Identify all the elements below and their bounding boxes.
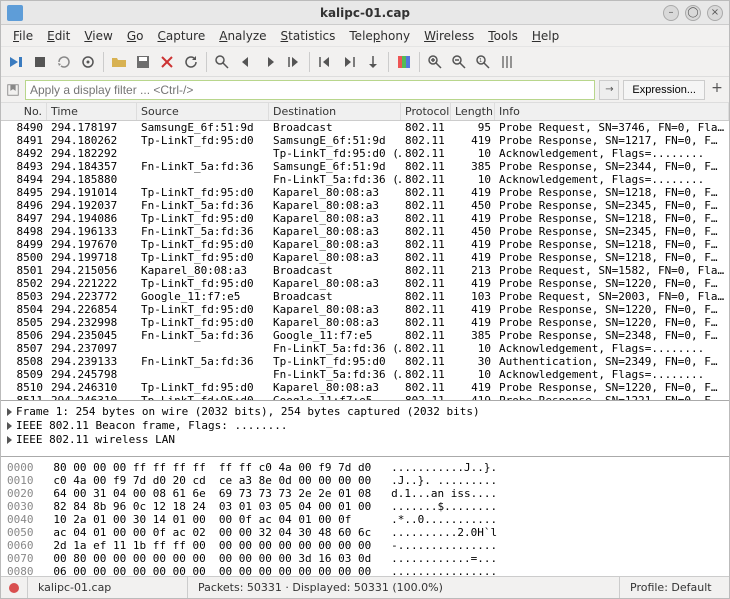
packet-row[interactable]: 8497294.194086Tp-LinkT_fd:95:d0Kaparel_8…	[1, 212, 729, 225]
start-capture-icon[interactable]	[5, 51, 27, 73]
hex-row[interactable]: 0060 2d 1a ef 11 1b ff ff 00 00 00 00 00…	[7, 539, 723, 552]
packet-row[interactable]: 8502294.221222Tp-LinkT_fd:95:d0Kaparel_8…	[1, 277, 729, 290]
detail-tree-item[interactable]: IEEE 802.11 Beacon frame, Flags: .......…	[7, 419, 723, 433]
resize-columns-icon[interactable]	[496, 51, 518, 73]
menu-capture[interactable]: Capture	[151, 27, 211, 45]
packet-row[interactable]: 8494294.185880Fn-LinkT_5a:fd:36 (…802.11…	[1, 173, 729, 186]
auto-scroll-icon[interactable]	[362, 51, 384, 73]
expand-icon[interactable]	[7, 408, 12, 416]
col-header-no[interactable]: No.	[1, 103, 47, 120]
minimize-button[interactable]: –	[663, 5, 679, 21]
packet-list-body[interactable]: 8490294.178197SamsungE_6f:51:9dBroadcast…	[1, 121, 729, 400]
col-header-source[interactable]: Source	[137, 103, 269, 120]
menu-go[interactable]: Go	[121, 27, 150, 45]
go-back-icon[interactable]	[235, 51, 257, 73]
zoom-reset-icon[interactable]: 1	[472, 51, 494, 73]
packet-row[interactable]: 8503294.223772Google_11:f7:e5Broadcast80…	[1, 290, 729, 303]
expand-icon[interactable]	[7, 436, 12, 444]
detail-tree-item[interactable]: IEEE 802.11 wireless LAN	[7, 433, 723, 447]
packet-row[interactable]: 8510294.246310Tp-LinkT_fd:95:d0Kaparel_8…	[1, 381, 729, 394]
packet-row[interactable]: 8508294.239133Fn-LinkT_5a:fd:36Tp-LinkT_…	[1, 355, 729, 368]
expression-button[interactable]: Expression...	[623, 80, 705, 100]
packet-row[interactable]: 8495294.191014Tp-LinkT_fd:95:d0Kaparel_8…	[1, 186, 729, 199]
menubar: FileEditViewGoCaptureAnalyzeStatisticsTe…	[1, 25, 729, 47]
status-profile[interactable]: Profile: Default	[619, 577, 729, 598]
col-header-info[interactable]: Info	[495, 103, 729, 120]
go-first-icon[interactable]	[314, 51, 336, 73]
add-filter-button[interactable]: +	[709, 80, 725, 100]
packet-row[interactable]: 8493294.184357Fn-LinkT_5a:fd:36SamsungE_…	[1, 160, 729, 173]
menu-view[interactable]: View	[78, 27, 118, 45]
menu-edit[interactable]: Edit	[41, 27, 76, 45]
menu-file[interactable]: File	[7, 27, 39, 45]
toolbar: 1	[1, 47, 729, 77]
packet-row[interactable]: 8499294.197670Tp-LinkT_fd:95:d0Kaparel_8…	[1, 238, 729, 251]
find-icon[interactable]	[211, 51, 233, 73]
maximize-button[interactable]: ◯	[685, 5, 701, 21]
colorize-icon[interactable]	[393, 51, 415, 73]
menu-analyze[interactable]: Analyze	[213, 27, 272, 45]
status-packets: Packets: 50331 · Displayed: 50331 (100.0…	[187, 577, 619, 598]
col-header-destination[interactable]: Destination	[269, 103, 401, 120]
hex-row[interactable]: 0070 00 80 00 00 00 00 00 00 00 00 00 00…	[7, 552, 723, 565]
packet-details-pane[interactable]: Frame 1: 254 bytes on wire (2032 bits), …	[1, 401, 729, 457]
restart-capture-icon[interactable]	[53, 51, 75, 73]
packet-list-pane[interactable]: No. Time Source Destination Protocol Len…	[1, 103, 729, 401]
hex-row[interactable]: 0080 06 00 00 00 00 00 00 00 00 00 00 00…	[7, 565, 723, 576]
packet-row[interactable]: 8492294.182292Tp-LinkT_fd:95:d0 (…802.11…	[1, 147, 729, 160]
packet-row[interactable]: 8498294.196133Fn-LinkT_5a:fd:36Kaparel_8…	[1, 225, 729, 238]
titlebar: kalipc-01.cap – ◯ ×	[1, 1, 729, 25]
packet-row[interactable]: 8504294.226854Tp-LinkT_fd:95:d0Kaparel_8…	[1, 303, 729, 316]
hex-row[interactable]: 0040 10 2a 01 00 30 14 01 00 00 0f ac 04…	[7, 513, 723, 526]
window-title: kalipc-01.cap	[1, 6, 729, 20]
packet-row[interactable]: 8501294.215056Kaparel_80:08:a3Broadcast8…	[1, 264, 729, 277]
capture-options-icon[interactable]	[77, 51, 99, 73]
apply-filter-button[interactable]: →	[599, 80, 619, 100]
expert-info-icon[interactable]	[9, 583, 19, 593]
bookmark-filter-icon[interactable]	[5, 82, 21, 98]
packet-row[interactable]: 8505294.232998Tp-LinkT_fd:95:d0Kaparel_8…	[1, 316, 729, 329]
packet-list-header[interactable]: No. Time Source Destination Protocol Len…	[1, 103, 729, 121]
status-file: kalipc-01.cap	[27, 577, 187, 598]
packet-bytes-pane[interactable]: 0000 80 00 00 00 ff ff ff ff ff ff c0 4a…	[1, 457, 729, 576]
packet-row[interactable]: 8496294.192037Fn-LinkT_5a:fd:36Kaparel_8…	[1, 199, 729, 212]
packet-row[interactable]: 8506294.235045Fn-LinkT_5a:fd:36Google_11…	[1, 329, 729, 342]
col-header-protocol[interactable]: Protocol	[401, 103, 451, 120]
zoom-out-icon[interactable]	[448, 51, 470, 73]
menu-help[interactable]: Help	[526, 27, 565, 45]
menu-telephony[interactable]: Telephony	[343, 27, 416, 45]
menu-tools[interactable]: Tools	[482, 27, 524, 45]
hex-row[interactable]: 0020 64 00 31 04 00 08 61 6e 69 73 73 73…	[7, 487, 723, 500]
hex-row[interactable]: 0010 c0 4a 00 f9 7d d0 20 cd ce a3 8e 0d…	[7, 474, 723, 487]
go-last-icon[interactable]	[338, 51, 360, 73]
packet-row[interactable]: 8491294.180262Tp-LinkT_fd:95:d0SamsungE_…	[1, 134, 729, 147]
hex-row[interactable]: 0050 ac 04 01 00 00 0f ac 02 00 00 32 04…	[7, 526, 723, 539]
stop-capture-icon[interactable]	[29, 51, 51, 73]
menu-statistics[interactable]: Statistics	[275, 27, 342, 45]
close-button[interactable]: ×	[707, 5, 723, 21]
zoom-in-icon[interactable]	[424, 51, 446, 73]
detail-tree-item[interactable]: Frame 1: 254 bytes on wire (2032 bits), …	[7, 405, 723, 419]
packet-row[interactable]: 8511294.246310Tp-LinkT_fd:95:d0Google_11…	[1, 394, 729, 400]
col-header-time[interactable]: Time	[47, 103, 137, 120]
packet-row[interactable]: 8509294.245798Fn-LinkT_5a:fd:36 (…802.11…	[1, 368, 729, 381]
jump-to-icon[interactable]	[283, 51, 305, 73]
hex-row[interactable]: 0030 82 84 8b 96 0c 12 18 24 03 01 03 05…	[7, 500, 723, 513]
packet-row[interactable]: 8500294.199718Tp-LinkT_fd:95:d0Kaparel_8…	[1, 251, 729, 264]
close-file-icon[interactable]	[156, 51, 178, 73]
packet-row[interactable]: 8490294.178197SamsungE_6f:51:9dBroadcast…	[1, 121, 729, 134]
col-header-length[interactable]: Length	[451, 103, 495, 120]
reload-icon[interactable]	[180, 51, 202, 73]
hex-row[interactable]: 0000 80 00 00 00 ff ff ff ff ff ff c0 4a…	[7, 461, 723, 474]
statusbar: kalipc-01.cap Packets: 50331 · Displayed…	[1, 576, 729, 598]
menu-wireless[interactable]: Wireless	[418, 27, 480, 45]
svg-text:1: 1	[479, 58, 482, 64]
packet-row[interactable]: 8507294.237097Fn-LinkT_5a:fd:36 (…802.11…	[1, 342, 729, 355]
filter-toolbar: → Expression... +	[1, 77, 729, 103]
save-file-icon[interactable]	[132, 51, 154, 73]
go-forward-icon[interactable]	[259, 51, 281, 73]
expand-icon[interactable]	[7, 422, 12, 430]
open-file-icon[interactable]	[108, 51, 130, 73]
display-filter-input[interactable]	[25, 80, 595, 100]
